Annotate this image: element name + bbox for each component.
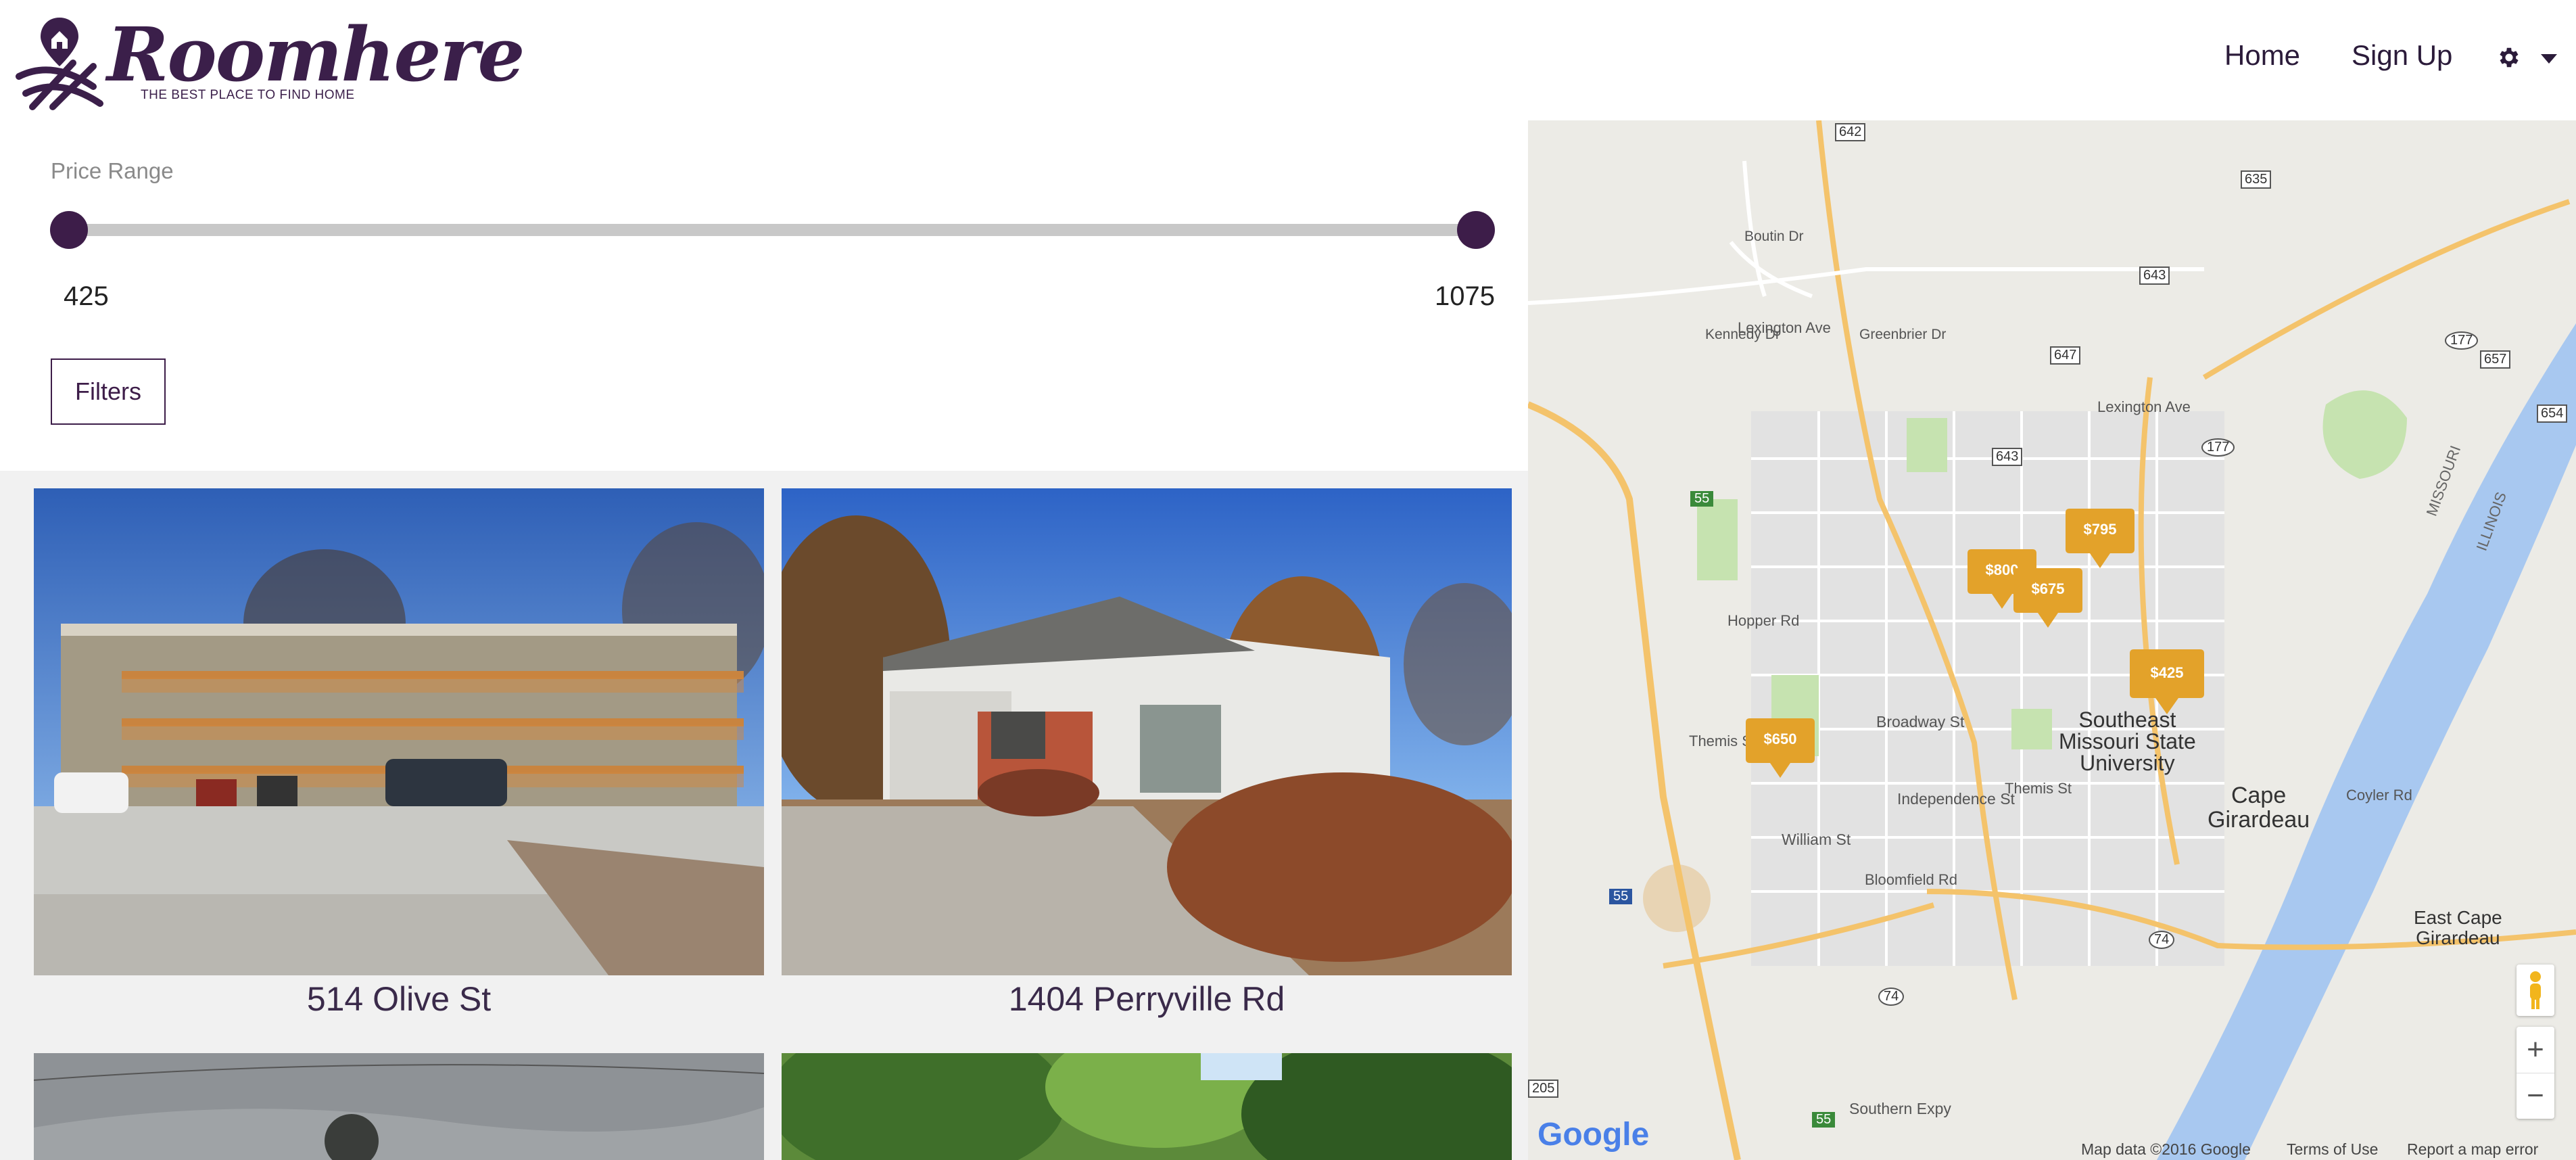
map-road-label: Lexington Ave (2097, 398, 2191, 415)
listing-photo[interactable] (34, 1053, 764, 1160)
map-road-label: Kennedy Dr (1705, 327, 1780, 342)
price-range-label: Price Range (51, 158, 174, 183)
road-shield: 55 (1690, 491, 1714, 507)
brand-tagline: THE BEST PLACE TO FIND HOME (141, 88, 355, 102)
map-road-label: Hopper Rd (1727, 612, 1800, 629)
road-shield: 635 (2241, 170, 2272, 189)
road-shield: 74 (2149, 931, 2175, 949)
map-pin-icon (2013, 568, 2082, 628)
brand-name: Roomhere (107, 11, 525, 98)
map-road-label: Coyler Rd (2346, 787, 2412, 804)
price-map-pin[interactable]: $675 (2013, 568, 2082, 630)
zoom-control: + − (2517, 1027, 2554, 1119)
map-road-label: Broadway St (1876, 713, 1965, 730)
map-canvas[interactable] (1528, 120, 2576, 1160)
road-shield: 643 (1992, 448, 2023, 466)
listing-photo[interactable] (782, 488, 1512, 975)
price-map-pin[interactable]: $425 (2130, 649, 2204, 717)
map-pin-icon (2130, 649, 2204, 714)
road-shield: 657 (2480, 350, 2511, 369)
map-view[interactable]: Lexington Ave Lexington Ave Broadway St … (1528, 120, 2576, 1160)
road-shield: 642 (1835, 123, 1866, 141)
map-city-label: Cape Girardeau (2208, 783, 2310, 833)
pegman-icon (2530, 971, 2541, 1009)
street-view-button[interactable] (2517, 965, 2554, 1016)
filters-button[interactable]: Filters (51, 358, 166, 425)
road-shield: 205 (1528, 1080, 1559, 1098)
map-data-attribution: Map data ©2016 Google (2081, 1140, 2251, 1158)
google-logo: Google (1537, 1117, 1650, 1153)
pin-price: $675 (2031, 580, 2065, 597)
listing-photo[interactable] (782, 1053, 1512, 1160)
filter-panel: Price Range 425 1075 Filters (0, 120, 1528, 471)
map-road-label: Themis St (2005, 780, 2072, 797)
map-road-label: William St (1782, 831, 1851, 848)
listing-address[interactable]: 1404 Perryville Rd (782, 979, 1512, 1019)
logo-mark-icon (16, 18, 103, 110)
chevron-down-icon[interactable] (2541, 54, 2557, 64)
pin-price: $650 (1763, 730, 1797, 747)
pin-price: $795 (2083, 521, 2117, 538)
zoom-out-button[interactable]: − (2517, 1073, 2554, 1118)
map-road-label: Boutin Dr (1744, 229, 1804, 244)
map-pin-icon (2066, 509, 2134, 568)
road-shield: 177 (2445, 331, 2479, 350)
price-slider-track[interactable] (68, 224, 1477, 236)
map-city-label: East Cape Girardeau (2414, 907, 2502, 948)
map-pin-icon (1746, 718, 1815, 778)
zoom-in-button[interactable]: + (2517, 1027, 2554, 1073)
road-shield: 55 (1609, 889, 1633, 904)
road-shield: 177 (2201, 438, 2235, 457)
price-min-handle[interactable] (50, 211, 88, 249)
listing-address[interactable]: 514 Olive St (34, 979, 764, 1019)
terms-of-use-link[interactable]: Terms of Use (2287, 1140, 2378, 1159)
map-university-label: Southeast Missouri State University (2059, 707, 2196, 775)
price-max-value: 1075 (1435, 281, 1495, 311)
road-shield: 647 (2050, 346, 2081, 365)
road-shield: 74 (1878, 988, 1905, 1006)
road-shield: 643 (2139, 266, 2170, 285)
pin-price: $425 (2150, 664, 2184, 681)
road-shield: 55 (1812, 1112, 1836, 1128)
price-map-pin[interactable]: $650 (1746, 718, 1815, 781)
price-map-pin[interactable]: $795 (2066, 509, 2134, 571)
map-road-label: Independence St (1897, 790, 2015, 808)
listing-photo[interactable] (34, 488, 764, 975)
nav-signup-link[interactable]: Sign Up (2352, 39, 2452, 72)
price-min-value: 425 (64, 281, 109, 311)
map-road-label: Bloomfield Rd (1865, 871, 1957, 888)
nav-home-link[interactable]: Home (2224, 39, 2300, 72)
road-shield: 654 (2537, 404, 2568, 423)
map-road-label: Greenbrier Dr (1859, 327, 1947, 342)
map-road-label: Southern Expy (1849, 1100, 1951, 1117)
top-navbar: Roomhere THE BEST PLACE TO FIND HOME Hom… (0, 0, 2576, 120)
price-max-handle[interactable] (1457, 211, 1495, 249)
brand-logo[interactable]: Roomhere THE BEST PLACE TO FIND HOME (12, 12, 525, 110)
gear-icon[interactable] (2496, 45, 2522, 70)
report-map-error-link[interactable]: Report a map error (2407, 1140, 2538, 1159)
